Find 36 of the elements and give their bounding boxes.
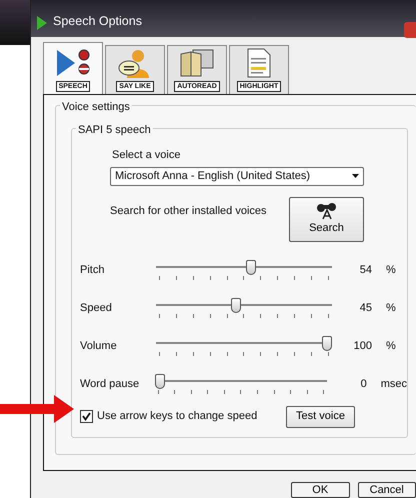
checkbox-label: Use arrow keys to change speed [97,409,258,424]
play-icon [37,16,47,30]
book-monitor-icon [179,48,215,78]
test-voice-button[interactable]: Test voice [286,406,355,428]
slider-label: Volume [80,339,118,354]
slider-label: Word pause [80,377,140,392]
speaker-icon [55,48,91,78]
checkbox[interactable] [80,410,93,423]
binoculars-icon [314,202,338,220]
group-title: SAPI 5 speech [76,122,153,138]
dropdown-arrow-icon [352,174,359,178]
slider-thumb[interactable] [154,374,165,388]
window-title: Speech Options [53,13,142,30]
slider-thumb[interactable] [322,336,332,350]
slider-label: Pitch [80,263,106,278]
slider-value: 45 [358,301,372,316]
slider-value: 0 [360,377,367,392]
voice-dropdown[interactable]: Microsoft Anna - English (United States) [110,166,364,186]
slider-label: Speed [80,301,113,316]
unit-label: % [386,339,396,354]
search-button[interactable]: Search [289,196,364,242]
desktop-background [0,0,30,45]
dialog-button[interactable]: Cancel [358,482,416,498]
field-label: Select a voice [112,149,180,161]
dialog-button[interactable]: OK [291,482,350,498]
slider-value: 100 [352,339,372,354]
dropdown-value: Microsoft Anna - English (United States) [115,168,310,184]
unit-label: % [386,263,396,278]
search-label: Search for other installed voices [110,204,268,218]
group-title: Voice settings [60,99,132,116]
slider-thumb[interactable] [246,260,256,274]
slider-thumb[interactable] [230,298,241,312]
slider-value: 54 [358,263,372,278]
unit-label: msec [380,377,407,392]
unit-label: % [386,301,396,316]
document-icon [246,48,272,78]
